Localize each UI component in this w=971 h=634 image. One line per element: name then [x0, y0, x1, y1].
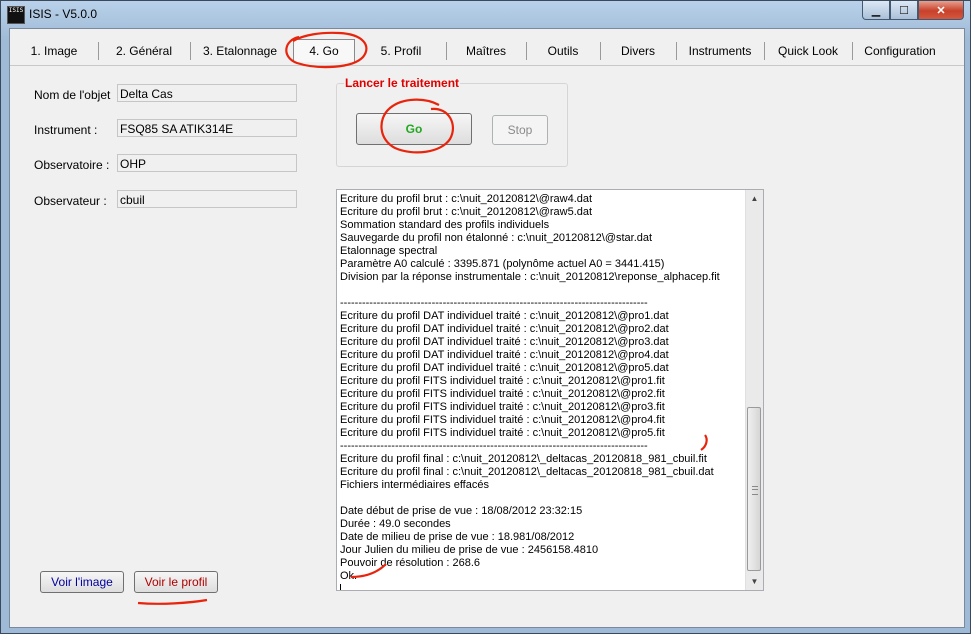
instrument-label: Instrument : [34, 123, 98, 137]
tab-general[interactable]: 2. Général [98, 42, 191, 60]
log-line: Ecriture du profil FITS individuel trait… [340, 375, 665, 387]
log-line: Etalonnage spectral [340, 245, 438, 257]
log-line: Sommation standard des profils individue… [340, 219, 550, 231]
observatory-label: Observatoire : [34, 158, 110, 172]
launch-group-title: Lancer le traitement [344, 76, 461, 90]
observatory-field[interactable]: OHP [117, 154, 297, 172]
tab-configuration[interactable]: Configuration [852, 42, 948, 60]
log-line: Ok. [340, 570, 358, 582]
main-panel: 1. Image 2. Général 3. Etalonnage 4. Go … [9, 28, 965, 628]
log-line: Ecriture du profil brut : c:\nuit_201208… [340, 206, 593, 218]
maximize-button[interactable]: ☐ [890, 1, 918, 20]
observer-label: Observateur : [34, 194, 107, 208]
log-line: Fichiers intermédiaires effacés [340, 479, 489, 491]
tab-profil[interactable]: 5. Profil [356, 42, 447, 60]
minimize-button[interactable]: ▁ [862, 1, 890, 20]
text-caret [340, 584, 341, 590]
app-window: ISIS ISIS - V5.0.0 ▁ ☐ ✕ 1. Image 2. Gén… [0, 0, 971, 634]
log-line: Ecriture du profil final : c:\nuit_20120… [340, 466, 714, 478]
scroll-up-arrow-icon[interactable]: ▲ [746, 190, 763, 207]
log-line: Jour Julien du milieu de prise de vue : … [340, 544, 599, 556]
log-line: ----------------------------------------… [340, 440, 648, 452]
close-button[interactable]: ✕ [918, 1, 964, 20]
isis-app-icon: ISIS [7, 6, 25, 24]
tab-bar: 1. Image 2. Général 3. Etalonnage 4. Go … [10, 35, 964, 65]
log-line: Ecriture du profil FITS individuel trait… [340, 388, 665, 400]
tab-image[interactable]: 1. Image [10, 42, 99, 60]
tab-quick-look[interactable]: Quick Look [764, 42, 853, 60]
tab-instruments[interactable]: Instruments [676, 42, 765, 60]
grip-icon [752, 486, 758, 495]
tab-outils[interactable]: Outils [526, 42, 601, 60]
tab-divider [10, 65, 964, 66]
log-line: Ecriture du profil brut : c:\nuit_201208… [340, 193, 593, 205]
log-line: Ecriture du profil final : c:\nuit_20120… [340, 453, 707, 465]
log-line: Ecriture du profil FITS individuel trait… [340, 427, 665, 439]
log-line: Date début de prise de vue : 18/08/2012 … [340, 505, 583, 517]
object-name-field[interactable]: Delta Cas [117, 84, 297, 102]
log-line: Division par la réponse instrumentale : … [340, 271, 720, 283]
view-image-button[interactable]: Voir l'image [40, 571, 124, 593]
title-bar[interactable]: ISIS ISIS - V5.0.0 ▁ ☐ ✕ [1, 1, 970, 28]
tab-go[interactable]: 4. Go [293, 39, 355, 62]
tab-etalonnage[interactable]: 3. Etalonnage [192, 42, 288, 60]
tab-maitres[interactable]: Maîtres [446, 42, 527, 60]
go-button[interactable]: Go [356, 113, 472, 145]
log-line: Ecriture du profil FITS individuel trait… [340, 414, 665, 426]
log-line: Ecriture du profil DAT individuel traité… [340, 336, 669, 348]
object-name-label: Nom de l'objet [34, 88, 111, 102]
log-scrollbar[interactable]: ▲ ▼ [745, 190, 763, 590]
log-line: Paramètre A0 calculé : 3395.871 (polynôm… [340, 258, 665, 270]
scroll-down-arrow-icon[interactable]: ▼ [746, 573, 763, 590]
log-line: Date de milieu de prise de vue : 18.981/… [340, 531, 575, 543]
log-line: Ecriture du profil DAT individuel traité… [340, 323, 669, 335]
stop-button[interactable]: Stop [492, 115, 548, 145]
caption-buttons: ▁ ☐ ✕ [862, 1, 964, 21]
view-profile-button[interactable]: Voir le profil [134, 571, 218, 593]
log-line: Ecriture du profil DAT individuel traité… [340, 310, 669, 322]
tab-divers[interactable]: Divers [600, 42, 677, 60]
log-line: Durée : 49.0 secondes [340, 518, 451, 530]
log-line: Sauvegarde du profil non étalonné : c:\n… [340, 232, 653, 244]
window-title: ISIS - V5.0.0 [29, 7, 98, 21]
processing-log[interactable]: Ecriture du profil brut : c:\nuit_201208… [336, 189, 764, 591]
log-line: Ecriture du profil DAT individuel traité… [340, 362, 669, 374]
log-lines: Ecriture du profil brut : c:\nuit_201208… [340, 193, 745, 590]
log-line: Ecriture du profil FITS individuel trait… [340, 401, 665, 413]
log-line: ----------------------------------------… [340, 297, 648, 309]
log-line: Ecriture du profil DAT individuel traité… [340, 349, 669, 361]
log-line: Pouvoir de résolution : 268.6 [340, 557, 481, 569]
scroll-thumb[interactable] [747, 407, 761, 571]
instrument-field[interactable]: FSQ85 SA ATIK314E [117, 119, 297, 137]
observer-field[interactable]: cbuil [117, 190, 297, 208]
